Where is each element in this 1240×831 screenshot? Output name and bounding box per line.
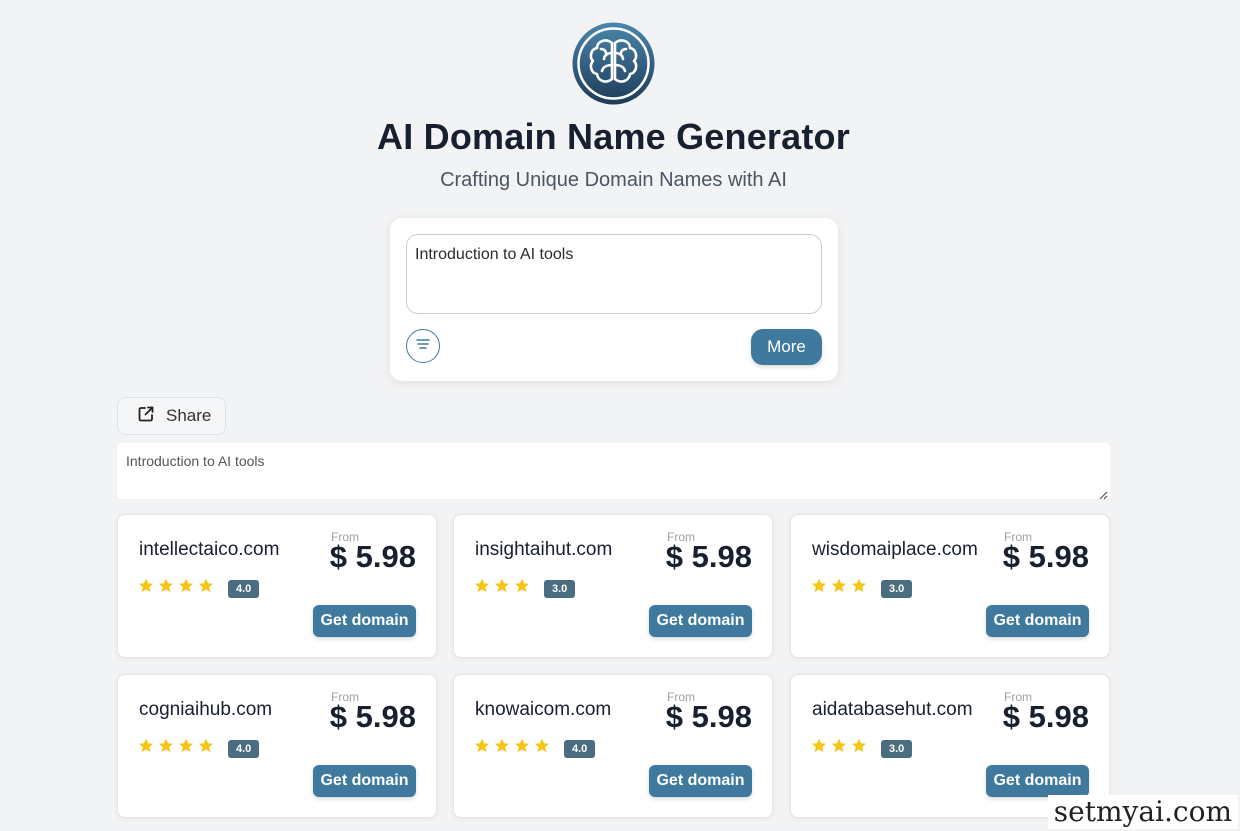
more-button[interactable]: More bbox=[751, 329, 822, 365]
rating-badge: 3.0 bbox=[881, 739, 913, 758]
page-subtitle: Crafting Unique Domain Names with AI bbox=[440, 169, 787, 191]
rating-badge: 3.0 bbox=[881, 579, 913, 598]
star-icon bbox=[474, 578, 490, 599]
rating-stars: 3.0 bbox=[811, 738, 913, 759]
star-icon bbox=[198, 578, 214, 599]
get-domain-button[interactable]: Get domain bbox=[986, 765, 1089, 797]
results-grid: intellectaico.com From $ 5.98 4.0 Get do… bbox=[117, 514, 1110, 818]
star-icon bbox=[851, 738, 867, 759]
star-icon bbox=[178, 738, 194, 759]
external-link-icon bbox=[137, 405, 155, 428]
domain-name: wisdomaiplace.com bbox=[812, 539, 978, 560]
rating-badge: 4.0 bbox=[228, 739, 260, 758]
rating-badge: 3.0 bbox=[544, 579, 576, 598]
domain-price: $ 5.98 bbox=[665, 699, 752, 734]
page-title: AI Domain Name Generator bbox=[377, 116, 850, 157]
star-icon bbox=[138, 578, 154, 599]
get-domain-button[interactable]: Get domain bbox=[649, 605, 752, 637]
prompt-card: Introduction to AI tools More bbox=[390, 218, 838, 381]
query-textarea[interactable]: Introduction to AI tools bbox=[117, 443, 1110, 500]
star-icon bbox=[494, 578, 510, 599]
star-icon bbox=[198, 738, 214, 759]
star-icon bbox=[474, 738, 490, 759]
star-icon bbox=[158, 578, 174, 599]
star-icon bbox=[831, 738, 847, 759]
share-label: Share bbox=[166, 406, 212, 425]
star-icon bbox=[534, 738, 550, 759]
rating-stars: 4.0 bbox=[474, 738, 596, 759]
get-domain-button[interactable]: Get domain bbox=[649, 765, 752, 797]
watermark: setmyai.com bbox=[1047, 795, 1238, 829]
share-button[interactable]: Share bbox=[117, 397, 226, 435]
star-icon bbox=[811, 578, 827, 599]
star-icon bbox=[811, 738, 827, 759]
star-icon bbox=[138, 738, 154, 759]
filter-button[interactable] bbox=[406, 329, 440, 363]
get-domain-button[interactable]: Get domain bbox=[313, 605, 416, 637]
domain-price: $ 5.98 bbox=[329, 539, 416, 574]
star-icon bbox=[851, 578, 867, 599]
query-text: Introduction to AI tools bbox=[126, 453, 265, 469]
star-icon bbox=[514, 578, 530, 599]
get-domain-button[interactable]: Get domain bbox=[313, 765, 416, 797]
rating-badge: 4.0 bbox=[564, 739, 596, 758]
domain-price: $ 5.98 bbox=[329, 699, 416, 734]
rating-stars: 3.0 bbox=[811, 578, 913, 599]
rating-badge: 4.0 bbox=[228, 579, 260, 598]
domain-name: cogniaihub.com bbox=[139, 699, 273, 720]
domain-price: $ 5.98 bbox=[665, 539, 752, 574]
star-icon bbox=[831, 578, 847, 599]
domain-card: insightaihut.com From $ 5.98 3.0 Get dom… bbox=[453, 514, 773, 658]
rating-stars: 4.0 bbox=[138, 738, 260, 759]
star-icon bbox=[178, 578, 194, 599]
domain-card: wisdomaiplace.com From $ 5.98 3.0 Get do… bbox=[790, 514, 1110, 658]
domain-name: intellectaico.com bbox=[139, 539, 280, 560]
domain-name: insightaihut.com bbox=[475, 539, 613, 560]
domain-name: aidatabasehut.com bbox=[812, 699, 973, 720]
domain-card: cogniaihub.com From $ 5.98 4.0 Get domai… bbox=[117, 674, 437, 818]
resize-handle-icon[interactable] bbox=[1098, 487, 1108, 500]
get-domain-button[interactable]: Get domain bbox=[986, 605, 1089, 637]
domain-price: $ 5.98 bbox=[1002, 699, 1089, 734]
domain-card: intellectaico.com From $ 5.98 4.0 Get do… bbox=[117, 514, 437, 658]
domain-name: knowaicom.com bbox=[475, 699, 612, 720]
star-icon bbox=[494, 738, 510, 759]
rating-stars: 4.0 bbox=[138, 578, 260, 599]
domain-price: $ 5.98 bbox=[1002, 539, 1089, 574]
star-icon bbox=[514, 738, 530, 759]
domain-card: knowaicom.com From $ 5.98 4.0 Get domain bbox=[453, 674, 773, 818]
prompt-input[interactable]: Introduction to AI tools bbox=[406, 234, 822, 314]
rating-stars: 3.0 bbox=[474, 578, 576, 599]
brain-logo-icon bbox=[571, 21, 656, 106]
star-icon bbox=[158, 738, 174, 759]
filter-lines-icon bbox=[415, 337, 431, 356]
